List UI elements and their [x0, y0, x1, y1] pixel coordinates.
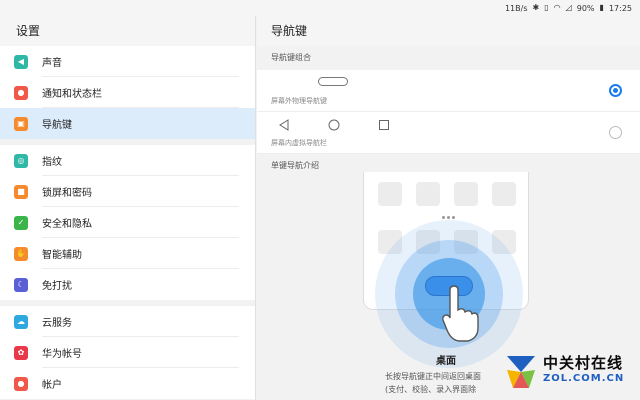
moon-icon: ☾: [14, 277, 28, 292]
speaker-icon: ◀: [14, 54, 28, 69]
bluetooth-icon: ✱: [532, 3, 540, 12]
settings-group: ◎ 指纹 ■ 锁屏和密码 ✓ 安全和隐私 ✋ 智能辅助 ☾ 免打扰: [0, 145, 255, 300]
page-title: 导航键: [257, 16, 640, 46]
settings-title: 设置: [0, 16, 255, 46]
sidebar-item-label: 帐户: [42, 380, 62, 391]
watermark-cn: 中关村在线: [543, 354, 624, 372]
sidebar-item-label: 安全和隐私: [42, 219, 92, 230]
physical-navkey-icon: [318, 77, 348, 86]
sidebar-item-speaker[interactable]: ◀ 声音: [0, 46, 255, 77]
zol-watermark: 中关村在线 ZOL.COM.CN: [503, 342, 633, 394]
sidebar-item-label: 通知和状态栏: [42, 89, 102, 100]
status-bar: 11B/s ✱ ▯ ◠ ◿ 90% ▮ 17:25: [0, 0, 640, 16]
bell-icon: ●: [14, 85, 28, 100]
app-tile: [454, 182, 478, 206]
sidebar-item-moon[interactable]: ☾ 免打扰: [0, 269, 255, 300]
app-tile: [378, 182, 402, 206]
shield-icon: ✓: [14, 215, 28, 230]
lock-icon: ■: [14, 184, 28, 199]
app-tile: [416, 182, 440, 206]
sidebar-item-label: 声音: [42, 58, 62, 69]
sidebar-item-label: 锁屏和密码: [42, 188, 92, 199]
recent-square-icon: [377, 118, 391, 132]
finger-press-icon: [442, 285, 479, 342]
sidebar-item-navkey[interactable]: ▣ 导航键: [0, 108, 255, 139]
settings-group: ☁ 云服务 ✿ 华为帐号 ● 帐户: [0, 306, 255, 399]
virtual-navbar-icons: [277, 118, 391, 132]
sidebar-item-shield[interactable]: ✓ 安全和隐私: [0, 207, 255, 238]
huawei-icon: ✿: [14, 345, 28, 360]
settings-sidebar: 设置 ◀ 声音 ● 通知和状态栏 ▣ 导航键 ◎ 指纹 ■ 锁屏和密码 ✓ 安全和隐私 ✋ 智能辅助 ☾ 免打…: [0, 16, 256, 400]
sidebar-item-huawei[interactable]: ✿ 华为帐号: [0, 337, 255, 368]
option-physical-navkey-caption: 屏幕外物理导航键: [271, 97, 327, 105]
option-physical-navkey[interactable]: 屏幕外物理导航键: [257, 70, 640, 112]
sidebar-item-account[interactable]: ● 帐户: [0, 368, 255, 399]
clock: 17:25: [608, 3, 632, 13]
sidebar-item-label: 智能辅助: [42, 250, 82, 261]
sidebar-item-fingerprint[interactable]: ◎ 指纹: [0, 145, 255, 176]
navkey-icon: ▣: [14, 116, 28, 131]
hand-icon: ✋: [14, 246, 28, 261]
sidebar-item-label: 指纹: [42, 157, 62, 168]
sidebar-item-hand[interactable]: ✋ 智能辅助: [0, 238, 255, 269]
battery-icon: ▮: [599, 3, 604, 12]
app-tile: [492, 182, 516, 206]
zol-logo-icon: [507, 356, 535, 388]
network-speed: 11B/s: [504, 3, 528, 13]
sidebar-item-label: 导航键: [42, 120, 72, 131]
sidebar-item-bell[interactable]: ● 通知和状态栏: [0, 77, 255, 108]
option-virtual-navbar-caption: 屏幕内虚拟导航栏: [271, 139, 327, 147]
settings-group: ◀ 声音 ● 通知和状态栏 ▣ 导航键: [0, 46, 255, 139]
sidebar-item-cloud[interactable]: ☁ 云服务: [0, 306, 255, 337]
radio-physical-navkey[interactable]: [609, 84, 622, 97]
sidebar-item-label: 云服务: [42, 318, 72, 329]
account-icon: ●: [14, 376, 28, 391]
home-circle-icon: [327, 118, 341, 132]
page-dots: [442, 216, 455, 219]
sidebar-item-label: 免打扰: [42, 281, 72, 292]
illustration-desc-line1: 长按导航键正中间返回桌面: [385, 372, 481, 381]
wifi-icon: ◠: [553, 3, 561, 12]
illustration-desc-line2: (支付、校验、录入界面除: [385, 385, 477, 394]
back-triangle-icon: [277, 118, 291, 132]
settings-groups: ◀ 声音 ● 通知和状态栏 ▣ 导航键 ◎ 指纹 ■ 锁屏和密码 ✓ 安全和隐私 ✋ 智能辅助 ☾ 免打扰 ☁ 云…: [0, 46, 255, 399]
sidebar-item-label: 华为帐号: [42, 349, 82, 360]
battery-level: 90%: [576, 3, 595, 13]
vibrate-icon: ▯: [544, 3, 549, 12]
no-sim-icon: ◿: [565, 3, 572, 12]
option-virtual-navbar[interactable]: 屏幕内虚拟导航栏: [257, 112, 640, 154]
watermark-en: ZOL.COM.CN: [543, 373, 625, 384]
fingerprint-icon: ◎: [14, 153, 28, 168]
radio-virtual-navbar[interactable]: [609, 126, 622, 139]
sidebar-item-lock[interactable]: ■ 锁屏和密码: [0, 176, 255, 207]
section-header-combination: 导航键组合: [257, 46, 640, 70]
cloud-icon: ☁: [14, 314, 28, 329]
